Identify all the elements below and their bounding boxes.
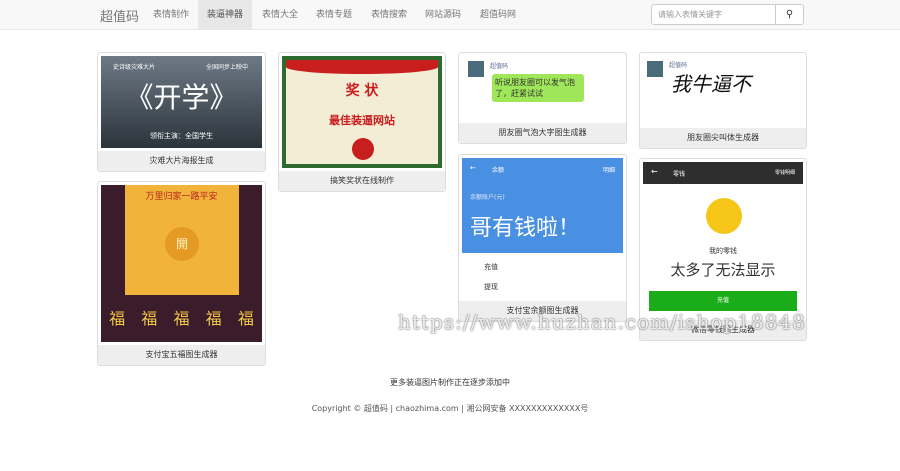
thumbnail: 超值码 听说朋友圈可以发气泡了，赶紧试试 [462, 56, 623, 120]
search-input[interactable]: 请输入表情关键字 [651, 4, 776, 25]
brand-logo[interactable]: 超值码 [100, 6, 139, 25]
thumbnail: 超值码 我牛逼不 [643, 56, 803, 125]
top-navbar: 超值码 表情制作 装逼神器 表情大全 表情专题 表情搜索 网站源码 超值码网 请… [0, 0, 900, 30]
thumbnail: ← 零钱 零钱明细 我的零钱 太多了无法显示 充值 [643, 162, 803, 317]
header-title: 余额 [492, 167, 505, 174]
card-caption: 灾难大片海报生成 [98, 151, 265, 171]
user-name: 超值码 [490, 63, 509, 70]
header-detail: 明细 [602, 167, 615, 174]
more-coming-note: 更多装逼图片制作正在逐步添加中 [390, 378, 510, 387]
nav-item-emoji-make[interactable]: 表情制作 [144, 0, 198, 30]
nav-item-source[interactable]: 网站源码 [416, 0, 470, 30]
change-amount: 太多了无法显示 [670, 261, 776, 279]
card-alipay-balance[interactable]: ← 余额 明细 余额账户(元) 哥有钱啦！ 充值 提现 支付宝余额图生成器 [458, 154, 627, 322]
envelope-title: 万里归家一路平安 [145, 192, 218, 202]
cert-body: 最佳装逼网站 [329, 114, 395, 127]
fu-card: 福 [109, 309, 126, 328]
card-scream[interactable]: 超值码 我牛逼不 朋友圈尖叫体生成器 [639, 52, 807, 149]
thumbnail: 史诗级灾难大片 全国同步上映中 《开学》 领衔主演：全国学生 [101, 56, 262, 148]
card-disaster-poster[interactable]: 史诗级灾难大片 全国同步上映中 《开学》 领衔主演：全国学生 灾难大片海报生成 [97, 52, 266, 172]
balance-amount: 哥有钱啦！ [470, 216, 581, 241]
row-withdraw: 提现 [484, 283, 498, 291]
scream-text: 我牛逼不 [671, 72, 751, 96]
card-caption: 朋友圈尖叫体生成器 [640, 128, 806, 148]
row-recharge: 充值 [484, 263, 498, 271]
thumbnail: 万里归家一路平安 開 福福福福福 [101, 185, 262, 342]
card-caption: 支付宝五福图生成器 [98, 345, 265, 365]
coin-icon [706, 198, 742, 234]
card-bubble[interactable]: 超值码 听说朋友圈可以发气泡了，赶紧试试 朋友圈气泡大字图生成器 [458, 52, 627, 144]
thumbnail: 奖 状 最佳装逼网站 [282, 56, 442, 168]
fu-card: 福 [141, 309, 158, 328]
poster-title: 《开学》 [125, 81, 238, 114]
header-detail: 零钱明细 [774, 170, 795, 176]
search-icon: ⚲ [785, 9, 794, 20]
fu-card: 福 [237, 309, 254, 328]
avatar [468, 61, 484, 77]
card-caption: 搞笑奖状在线制作 [279, 171, 445, 191]
poster-sub: 领衔主演：全国学生 [150, 132, 213, 140]
seal-icon: 開 [165, 227, 199, 261]
avatar [647, 61, 663, 77]
recharge-button: 充值 [649, 291, 797, 311]
fu-cards: 福福福福福 [101, 305, 262, 329]
nav-item-site[interactable]: 超值码网 [471, 0, 525, 30]
thumbnail: ← 余额 明细 余额账户(元) 哥有钱啦！ 充值 提现 [462, 158, 623, 298]
nav-item-emoji-topics[interactable]: 表情专题 [307, 0, 361, 30]
nav-item-show-off[interactable]: 装逼神器 [198, 0, 253, 30]
nav-item-emoji-all[interactable]: 表情大全 [253, 0, 307, 30]
watermark: https://www.huzhan.com/ishop18848 [398, 310, 806, 334]
header-title: 零钱 [673, 171, 686, 178]
card-alipay-fu[interactable]: 万里归家一路平安 開 福福福福福 支付宝五福图生成器 [97, 181, 266, 366]
back-arrow-icon: ← [651, 167, 658, 176]
fu-card: 福 [173, 309, 190, 328]
card-caption: 朋友圈气泡大字图生成器 [459, 123, 626, 143]
poster-text: 史诗级灾难大片 [113, 64, 156, 71]
poster-text: 全国同步上映中 [205, 64, 248, 71]
seal-icon [352, 138, 374, 160]
bubble-text: 听说朋友圈可以发气泡了，赶紧试试 [492, 74, 584, 102]
cert-title: 奖 状 [345, 83, 379, 99]
nav-item-emoji-search[interactable]: 表情搜索 [362, 0, 416, 30]
card-certificate[interactable]: 奖 状 最佳装逼网站 搞笑奖状在线制作 [278, 52, 446, 192]
balance-label: 余额账户(元) [470, 194, 505, 201]
fu-card: 福 [205, 309, 222, 328]
change-label: 我的零钱 [709, 247, 737, 255]
back-arrow-icon: ← [470, 164, 476, 172]
search-button[interactable]: ⚲ [775, 4, 804, 25]
copyright: Copyright © 超值码 | chaozhima.com | 湘公网安备 … [311, 404, 589, 413]
